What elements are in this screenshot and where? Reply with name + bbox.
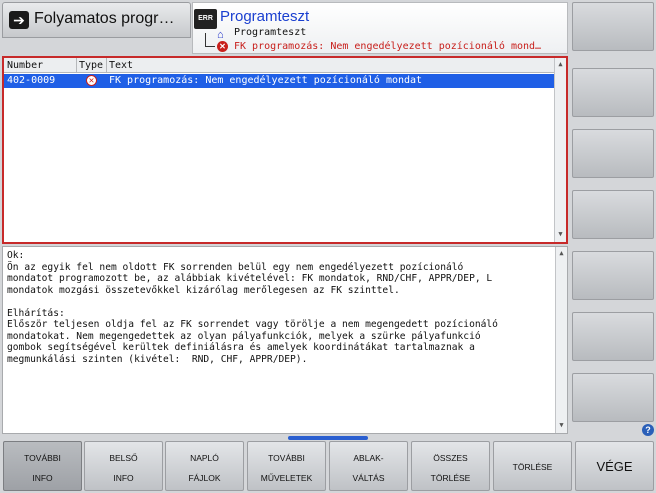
softkey-label: TOVÁBBI bbox=[268, 453, 305, 463]
program-title: Programteszt bbox=[220, 8, 310, 25]
error-number: 402-0009 bbox=[7, 75, 56, 86]
softkey-label: ABLAK- bbox=[353, 453, 384, 463]
vertical-softkey-7[interactable] bbox=[572, 373, 654, 422]
error-icon: ✕ bbox=[86, 75, 97, 86]
column-divider bbox=[76, 58, 77, 73]
help-icon[interactable]: ? bbox=[642, 424, 654, 436]
softkey-label: FÁJLOK bbox=[188, 473, 221, 483]
softkey-delete[interactable]: TÖRLÉSE bbox=[493, 441, 572, 491]
softkey-label: INFO bbox=[113, 473, 134, 483]
error-icon: ✕ bbox=[217, 41, 228, 52]
scroll-down-icon[interactable]: ▼ bbox=[557, 421, 566, 430]
table-row[interactable]: 402-0009 ✕ FK programozás: Nem engedélye… bbox=[4, 74, 554, 88]
softkey-label: INFO bbox=[32, 473, 53, 483]
softkey-window-switch[interactable]: ABLAK- VÁLTÁS bbox=[329, 441, 408, 491]
description-line: mondatokat. Nem megengedettek az olyan p… bbox=[7, 330, 481, 342]
error-description-text: Ok: Ön az egyik fel nem oldott FK sorrend… bbox=[7, 250, 555, 365]
description-line: Először teljesen oldja fel az FK sorrend… bbox=[7, 319, 498, 330]
program-tree-item: Programteszt bbox=[234, 27, 307, 38]
scroll-up-icon[interactable]: ▲ bbox=[557, 249, 566, 258]
err-badge-icon: ERR bbox=[194, 9, 217, 29]
error-description-panel: Ok: Ön az egyik fel nem oldott FK sorrend… bbox=[2, 246, 568, 434]
softkey-label: TÖRLÉSE bbox=[512, 462, 553, 472]
description-line: Ön az egyik fel nem oldott FK sorrenden … bbox=[7, 261, 464, 273]
softkey-more-info[interactable]: TOVÁBBI INFO bbox=[3, 441, 82, 491]
table-header: Number Type Text bbox=[4, 58, 554, 73]
softkey-label: TÖRLÉSE bbox=[430, 473, 471, 483]
vertical-softkey-2[interactable] bbox=[572, 68, 654, 117]
operating-mode-icon: ➔ bbox=[9, 11, 29, 29]
softkey-label: MŰVELETEK bbox=[260, 473, 313, 483]
column-header-number[interactable]: Number bbox=[7, 60, 43, 71]
vertical-softkey-5[interactable] bbox=[572, 251, 654, 300]
vertical-softkey-4[interactable] bbox=[572, 190, 654, 239]
description-line: mondatok mozgási összetevőkkel kizárólag… bbox=[7, 284, 400, 296]
softkey-log-files[interactable]: NAPLÓ FÁJLOK bbox=[165, 441, 244, 491]
description-line: megmunkálási szinten (kivétel: RND, CHF,… bbox=[7, 353, 308, 365]
column-header-type[interactable]: Type bbox=[79, 60, 103, 71]
scroll-down-icon[interactable]: ▼ bbox=[556, 230, 565, 239]
tree-connector bbox=[205, 33, 215, 47]
description-line: Ok: bbox=[7, 250, 25, 261]
softkey-label: VÉGE bbox=[596, 459, 633, 474]
description-line: Elhárítás: bbox=[7, 307, 65, 319]
softkey-more-functions[interactable]: TOVÁBBI MŰVELETEK bbox=[247, 441, 326, 491]
description-line bbox=[7, 296, 555, 308]
vertical-softkey-6[interactable] bbox=[572, 312, 654, 361]
description-scrollbar[interactable]: ▲ ▼ bbox=[555, 247, 567, 433]
program-error-line: FK programozás: Nem engedélyezett pozíci… bbox=[234, 41, 542, 52]
vertical-softkey-1[interactable] bbox=[572, 2, 654, 51]
description-line: gombok segítségével kerültek definiálásr… bbox=[7, 342, 475, 353]
vertical-softkey-3[interactable] bbox=[572, 129, 654, 178]
home-icon: ⌂ bbox=[217, 29, 224, 41]
column-divider bbox=[106, 58, 107, 73]
softkey-end[interactable]: VÉGE bbox=[575, 441, 654, 491]
softkey-delete-all[interactable]: ÖSSZES TÖRLÉSE bbox=[411, 441, 490, 491]
operating-mode-tab[interactable]: ➔ Folyamatos progr… bbox=[2, 2, 191, 38]
operating-mode-label: Folyamatos progr… bbox=[34, 10, 175, 27]
softkey-label: BELSŐ bbox=[109, 453, 138, 463]
softkey-label: NAPLÓ bbox=[190, 453, 219, 463]
program-header: ERR Programteszt ⌂ Programteszt ✕ FK pro… bbox=[192, 2, 568, 54]
column-header-text[interactable]: Text bbox=[109, 60, 133, 71]
softkey-page-indicator bbox=[288, 436, 368, 440]
softkey-label: VÁLTÁS bbox=[352, 473, 385, 483]
softkey-label: ÖSSZES bbox=[433, 453, 468, 463]
table-scrollbar[interactable]: ▲ ▼ bbox=[554, 58, 566, 242]
scroll-up-icon[interactable]: ▲ bbox=[556, 60, 565, 69]
softkey-internal-info[interactable]: BELSŐ INFO bbox=[84, 441, 163, 491]
description-line: mondatot programozott be, az alábbiak ki… bbox=[7, 273, 493, 284]
softkey-label: TOVÁBBI bbox=[24, 453, 61, 463]
error-text: FK programozás: Nem engedélyezett pozíci… bbox=[109, 75, 423, 86]
error-table: Number Type Text 402-0009 ✕ FK programoz… bbox=[2, 56, 568, 244]
